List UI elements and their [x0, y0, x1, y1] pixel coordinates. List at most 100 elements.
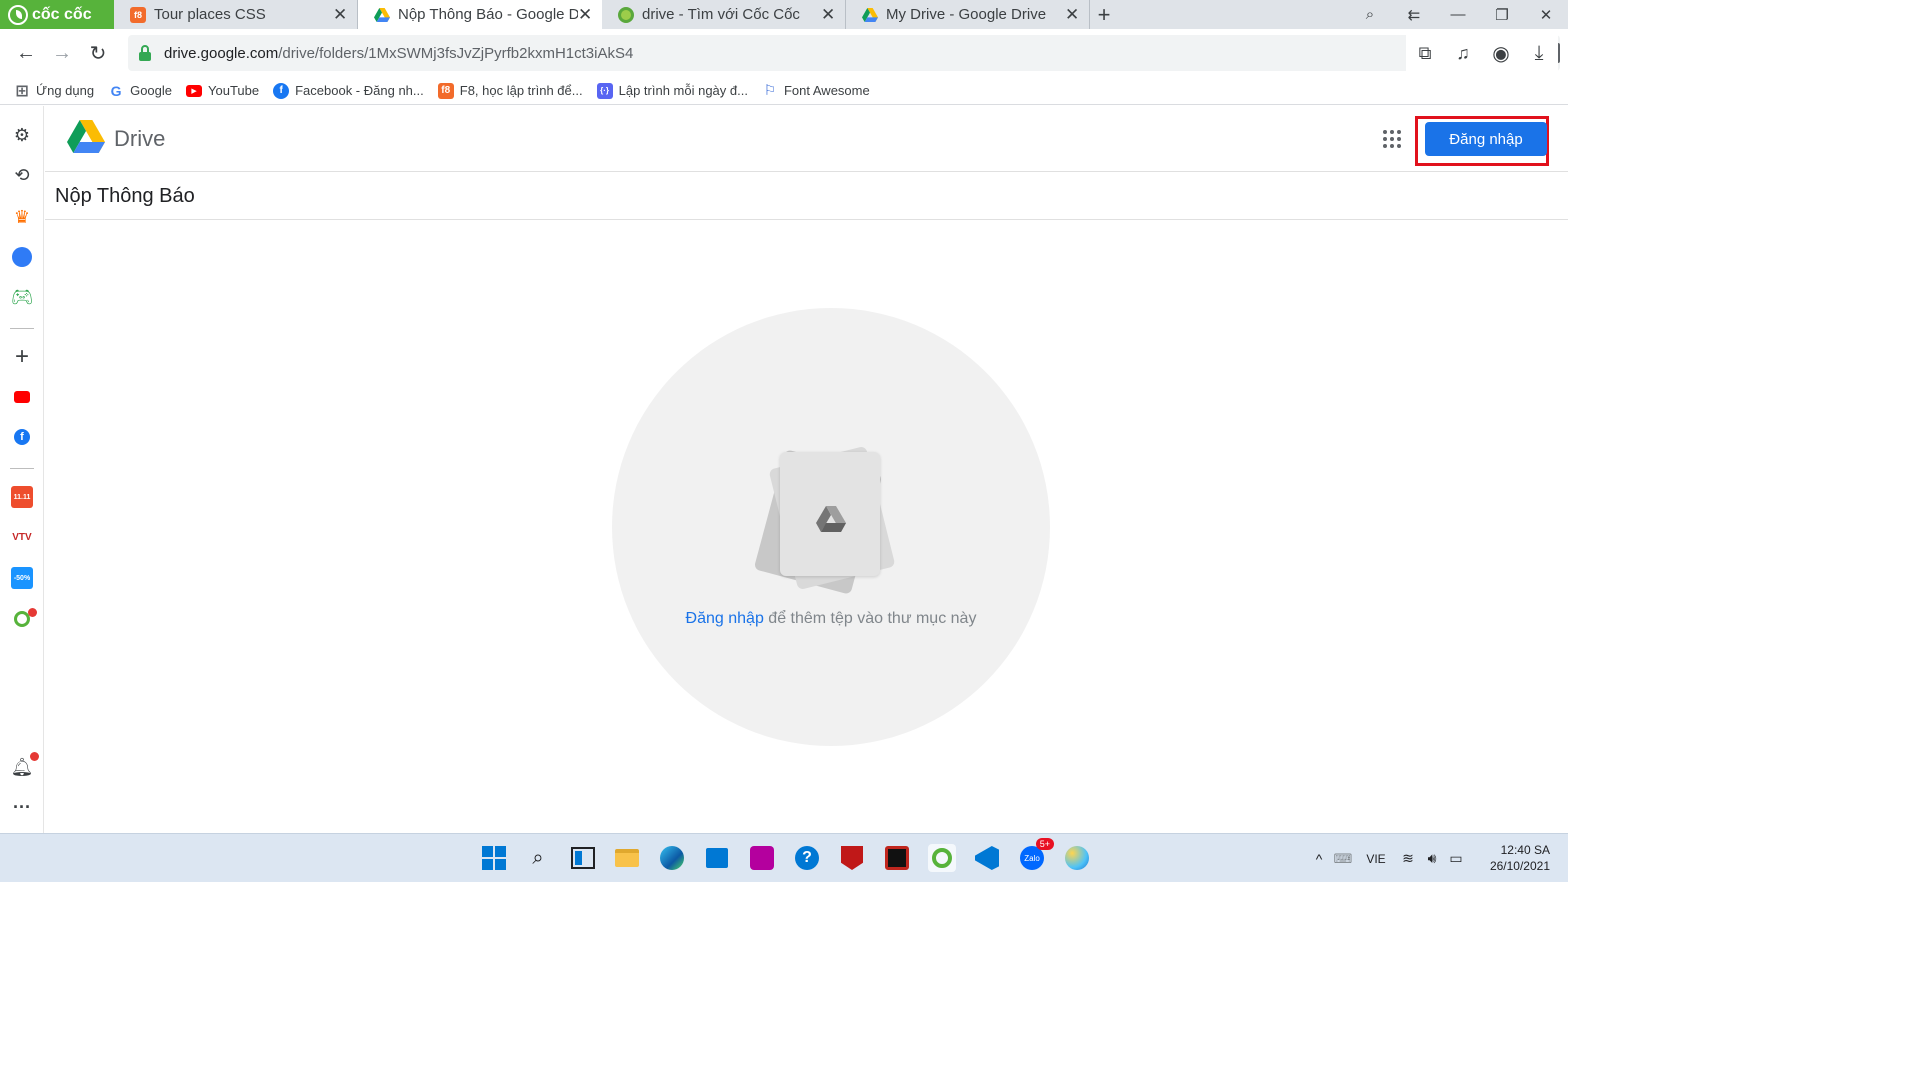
tab-strip: cốc cốc f8 Tour places CSS ✕ Nộp Thông B…: [0, 0, 1568, 29]
google-drive-icon: [374, 7, 390, 22]
youtube-icon[interactable]: [11, 386, 33, 408]
keyboard-icon[interactable]: ⌨: [1330, 851, 1356, 867]
bookmark-facebook[interactable]: f Facebook - Đăng nh...: [273, 82, 424, 99]
google-icon: G: [110, 82, 122, 99]
start-icon[interactable]: [480, 844, 508, 872]
extensions-icon[interactable]: ⧉: [1406, 43, 1444, 64]
garena-icon[interactable]: [883, 844, 911, 872]
chevron-up-icon[interactable]: ^: [1308, 851, 1330, 867]
coccoc-taskbar-icon[interactable]: [928, 844, 956, 872]
vscode-icon[interactable]: [973, 844, 1001, 872]
paint-icon[interactable]: [1063, 844, 1091, 872]
code-icon: {·}: [596, 82, 613, 99]
new-tab-button[interactable]: +: [1090, 0, 1118, 29]
signin-link[interactable]: Đăng nhập: [686, 610, 764, 627]
bookmark-label: Google: [130, 83, 173, 98]
crown-icon[interactable]: ♛: [11, 206, 33, 228]
google-apps-icon[interactable]: [1383, 130, 1401, 148]
minimize-icon[interactable]: —: [1436, 0, 1480, 29]
facebook-icon[interactable]: f: [11, 426, 33, 448]
youtube-icon: ▶: [186, 84, 203, 97]
windows-taskbar: ⌕ ? Zalo 5+ ^ ⌨ VIE ≋ 🔊︎ ▭ 12:40 SA 26/1…: [0, 833, 1568, 882]
tab-tour-places[interactable]: f8 Tour places CSS ✕: [114, 0, 358, 29]
messenger-icon[interactable]: [11, 246, 33, 268]
window-close-icon[interactable]: ✕: [1524, 0, 1568, 29]
apps-icon: ⊞: [15, 82, 29, 100]
system-tray: ^ ⌨ VIE ≋ 🔊︎ ▭: [1308, 834, 1468, 883]
tab-title: drive - Tìm với Cốc Cốc: [642, 6, 800, 23]
address-bar[interactable]: drive.google.com/drive/folders/1MxSWMj3f…: [128, 35, 1560, 71]
file-explorer-icon[interactable]: [613, 844, 641, 872]
wifi-icon[interactable]: ≋: [1396, 850, 1420, 867]
bookmark-youtube[interactable]: ▶ YouTube: [186, 83, 259, 98]
coccoc-icon: [618, 6, 634, 23]
clock-date: 26/10/2021: [1489, 859, 1550, 873]
coccoc-menu-button[interactable]: cốc cốc: [0, 0, 114, 29]
bookmark-font-awesome[interactable]: ⚐ Font Awesome: [762, 82, 870, 99]
more-icon[interactable]: ···: [11, 796, 33, 818]
battery-icon[interactable]: ▭: [1444, 850, 1468, 867]
tiki-icon[interactable]: -50%: [11, 567, 33, 589]
folder-bar: Nộp Thông Báo: [45, 172, 1568, 220]
close-icon[interactable]: ✕: [578, 5, 592, 25]
browser-brand: cốc cốc: [32, 5, 92, 23]
close-icon[interactable]: ✕: [1065, 5, 1079, 25]
zalo-badge: 5+: [1035, 838, 1054, 850]
bookmark-apps[interactable]: ⊞ Ứng dụng: [14, 82, 94, 100]
bookmark-google[interactable]: G Google: [108, 83, 172, 99]
restore-icon[interactable]: ❐: [1480, 0, 1524, 29]
search-icon[interactable]: ⌕: [524, 844, 552, 872]
tab-my-drive[interactable]: My Drive - Google Drive ✕: [846, 0, 1090, 29]
zalo-icon[interactable]: Zalo 5+: [1018, 838, 1054, 872]
sidebar-divider: [10, 468, 34, 469]
shopee-icon[interactable]: 11.11: [11, 486, 33, 508]
settings-gear-icon[interactable]: ⚙: [11, 124, 33, 146]
google-drive-logo-icon[interactable]: [67, 120, 105, 154]
back-icon[interactable]: ←: [8, 35, 44, 71]
profile-icon[interactable]: ◉: [1482, 41, 1520, 66]
edge-icon[interactable]: [658, 844, 686, 872]
bookmarks-bar: ⊞ Ứng dụng G Google ▶ YouTube f Facebook…: [0, 77, 1568, 105]
reload-icon[interactable]: ↻: [80, 35, 116, 71]
bookmark-label: Font Awesome: [783, 83, 870, 98]
close-icon[interactable]: ✕: [333, 5, 347, 25]
bookmark-label: F8, học lập trình để...: [459, 83, 583, 98]
tab-nop-thong-bao[interactable]: Nộp Thông Báo - Google Dri ✕: [358, 0, 602, 29]
language-indicator[interactable]: VIE: [1356, 852, 1396, 866]
bell-icon[interactable]: 🔔︎: [11, 756, 34, 778]
empty-message-text: để thêm tệp vào thư mục này: [763, 610, 977, 627]
volume-icon[interactable]: 🔊︎: [1420, 850, 1444, 867]
forward-icon[interactable]: →: [44, 35, 80, 71]
drive-app-name[interactable]: Drive: [114, 126, 165, 152]
mcafee-icon[interactable]: [838, 844, 866, 872]
vtv-go-icon[interactable]: VTV: [11, 526, 33, 548]
notification-dot: [28, 608, 37, 617]
empty-folder-illustration: [753, 445, 900, 598]
tab-search-icon[interactable]: ⌕: [1348, 0, 1392, 29]
history-icon[interactable]: ⟲: [11, 164, 33, 186]
bookmark-label: Facebook - Đăng nh...: [295, 83, 424, 98]
store-icon[interactable]: [703, 844, 731, 872]
bookmark-f8[interactable]: f8 F8, học lập trình để...: [437, 82, 583, 99]
back-arrows-icon[interactable]: ⇇: [1392, 0, 1436, 29]
help-icon[interactable]: ?: [793, 844, 821, 872]
flag-icon: ⚐: [763, 82, 777, 98]
signin-button[interactable]: Đăng nhập: [1425, 122, 1547, 156]
tab-drive-search[interactable]: drive - Tìm với Cốc Cốc ✕: [602, 0, 846, 29]
downloads-icon[interactable]: ⤓: [1520, 42, 1558, 65]
task-view-icon[interactable]: [569, 844, 597, 872]
url-path: /drive/folders/1MxSWMj3fsJvZjPyrfb2kxmH1…: [278, 44, 634, 62]
music-list-icon[interactable]: ♫: [1444, 43, 1482, 64]
gamepad-icon[interactable]: 🎮︎: [11, 286, 34, 308]
drive-triangle-icon: [816, 506, 846, 532]
empty-state-message: Đăng nhập để thêm tệp vào thư mục này: [612, 610, 1050, 628]
f8-icon: f8: [130, 6, 146, 23]
tab-title: Tour places CSS: [154, 6, 266, 23]
headset-app-icon[interactable]: [748, 844, 776, 872]
browser-toolbar: ← → ↻ drive.google.com/drive/folders/1Mx…: [0, 29, 1568, 77]
add-icon[interactable]: +: [11, 343, 33, 370]
bookmark-lap-trinh[interactable]: {·} Lập trình mỗi ngày đ...: [596, 82, 748, 99]
url-host: drive.google.com: [164, 44, 279, 62]
close-icon[interactable]: ✕: [821, 5, 835, 25]
clock[interactable]: 12:40 SA 26/10/2021: [1490, 842, 1550, 874]
